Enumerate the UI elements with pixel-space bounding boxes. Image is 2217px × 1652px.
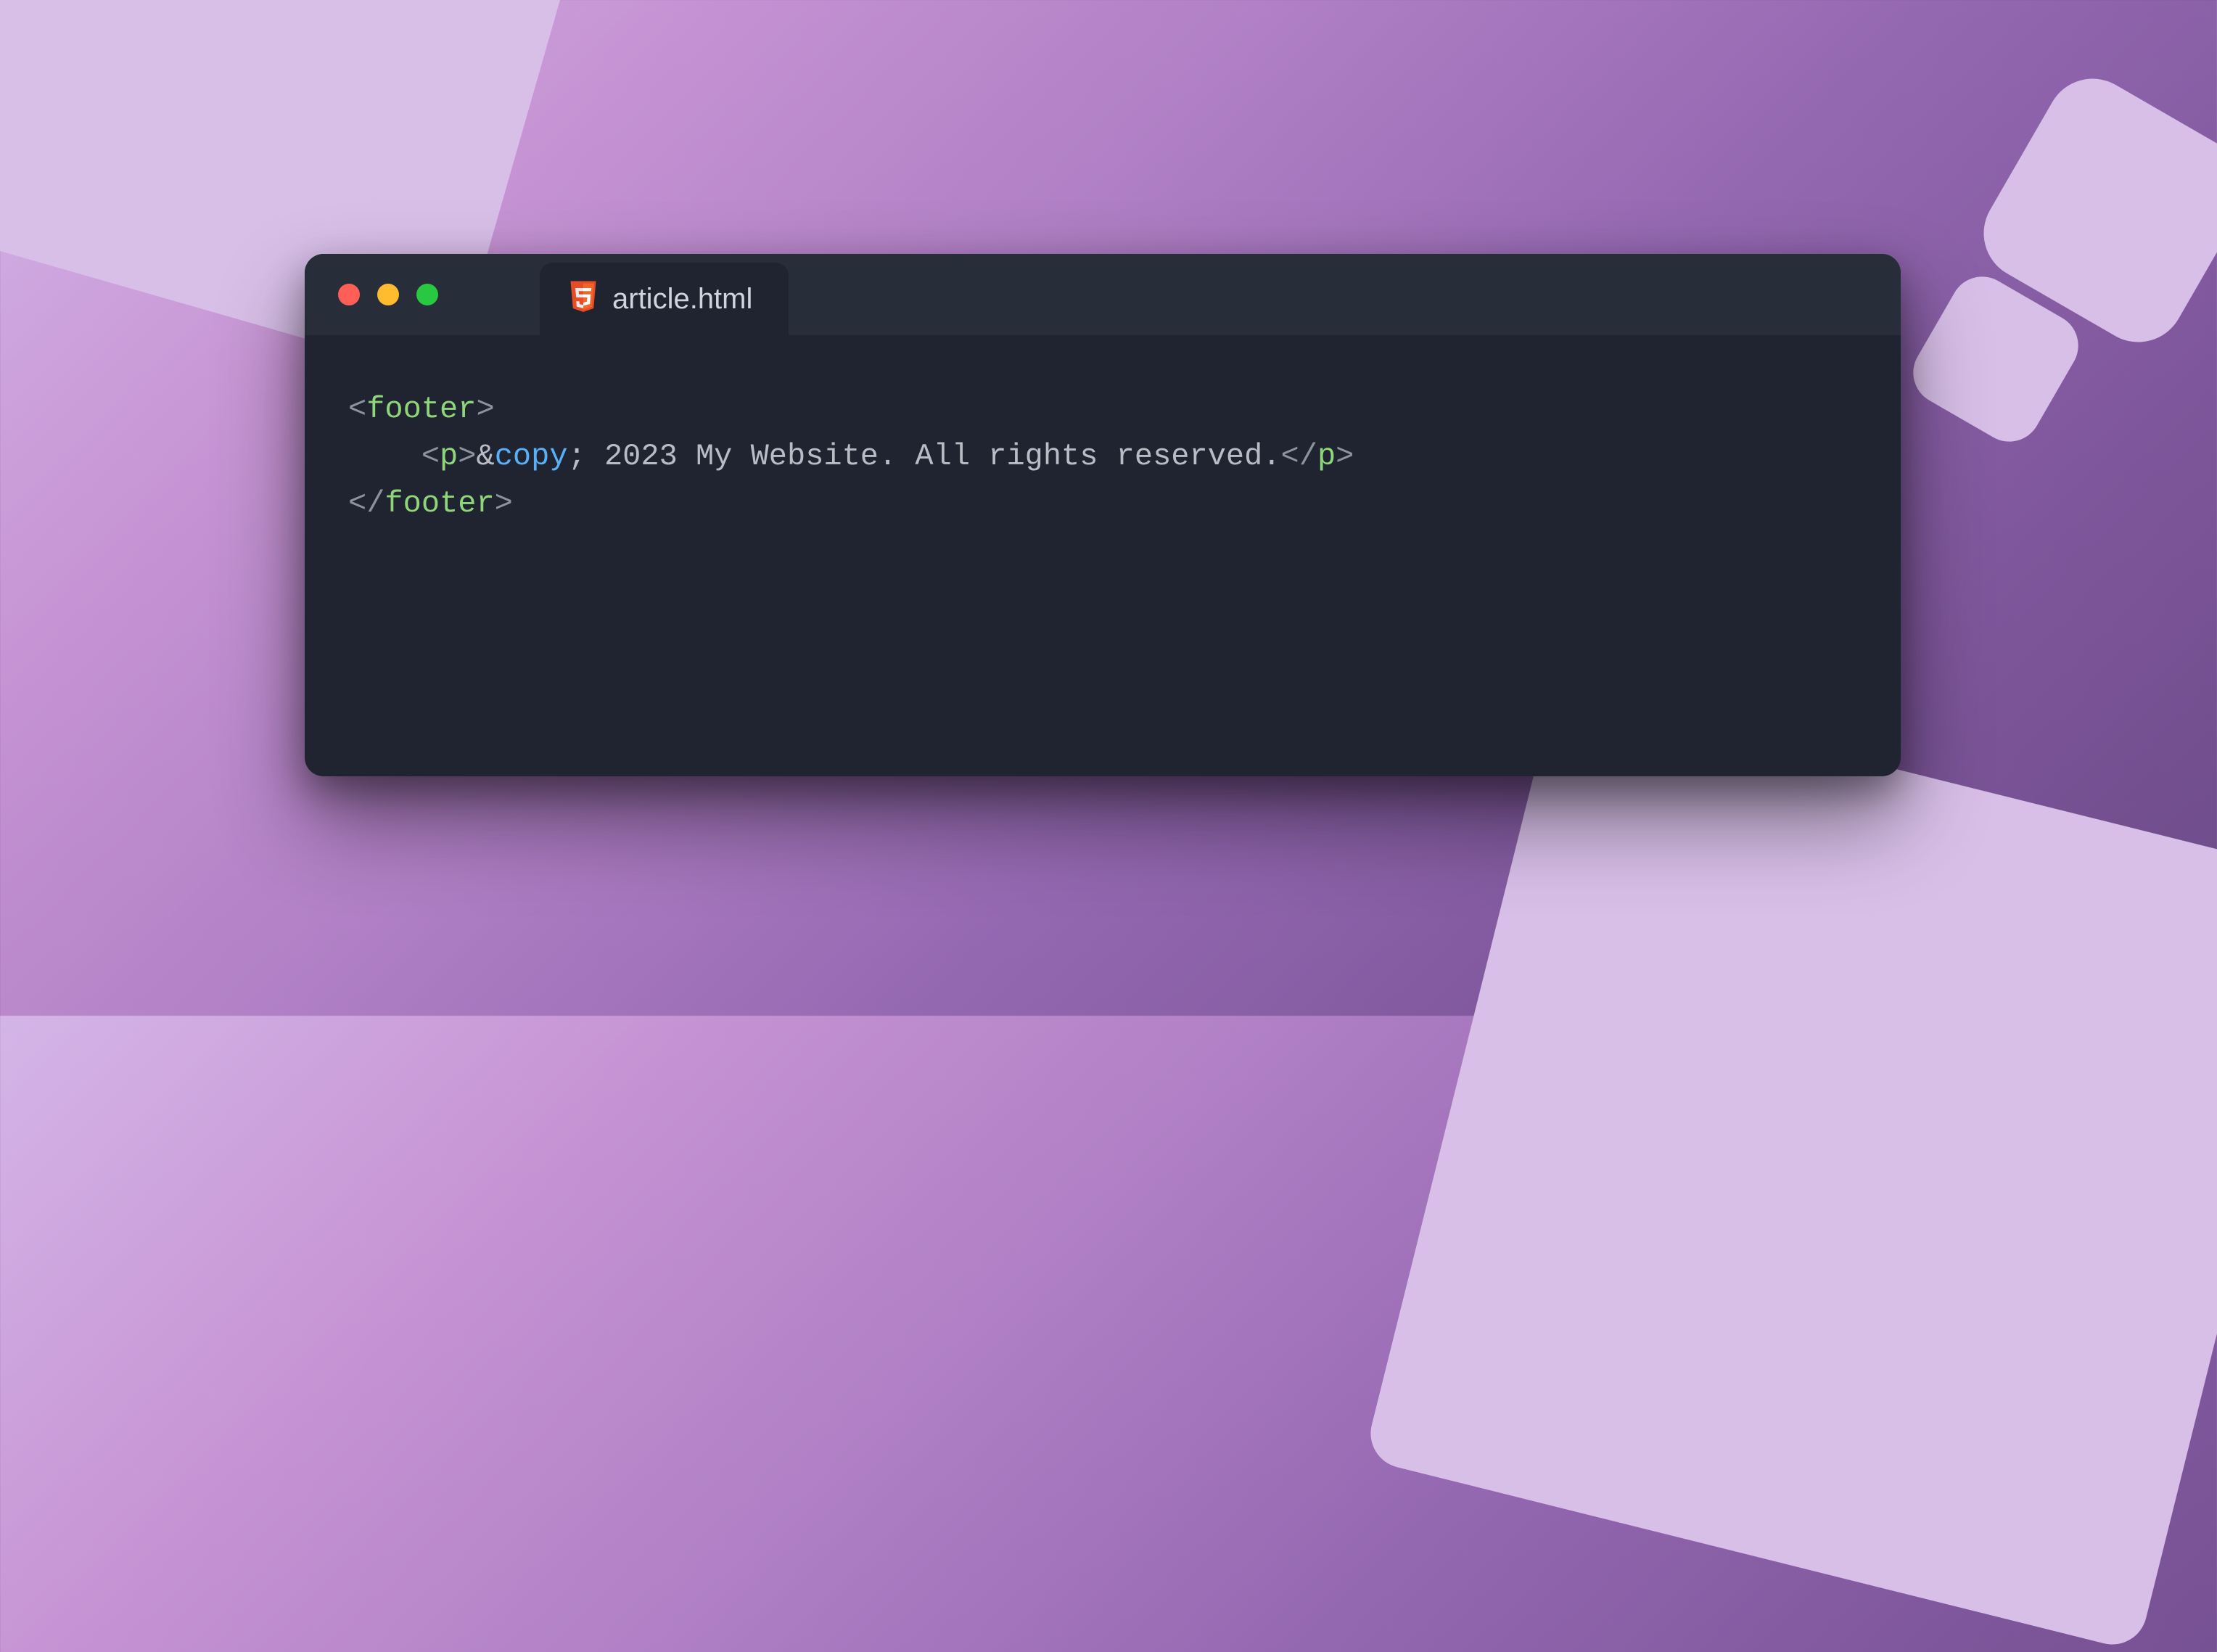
close-button[interactable] xyxy=(338,284,360,305)
decorative-card xyxy=(1363,684,2217,1651)
tab-filename: article.html xyxy=(612,283,752,316)
bracket: > xyxy=(1336,439,1354,474)
entity-semi: ; xyxy=(568,439,586,474)
code-editor[interactable]: <footer> <p>&copy; 2023 My Website. All … xyxy=(305,335,1901,578)
tag-name: footer xyxy=(366,392,476,427)
code-line: </footer> xyxy=(348,486,513,521)
window-controls xyxy=(305,254,467,335)
bracket: > xyxy=(476,392,494,427)
file-tab[interactable]: article.html xyxy=(540,263,789,335)
bracket: </ xyxy=(1281,439,1317,474)
editor-window: article.html <footer> <p>&copy; 2023 My … xyxy=(305,254,1901,776)
entity-name: copy xyxy=(495,439,568,474)
indent xyxy=(348,439,421,474)
code-text: 2023 My Website. All rights reserved. xyxy=(586,439,1281,474)
code-line: <footer> xyxy=(348,392,495,427)
tag-name: p xyxy=(440,439,458,474)
entity-amp: & xyxy=(476,439,494,474)
zoom-button[interactable] xyxy=(416,284,438,305)
bracket: < xyxy=(421,439,440,474)
html5-icon xyxy=(569,281,598,318)
bracket: </ xyxy=(348,486,384,521)
title-bar: article.html xyxy=(305,254,1901,335)
bracket: < xyxy=(348,392,366,427)
bracket: > xyxy=(495,486,513,521)
bracket: > xyxy=(458,439,476,474)
minimize-button[interactable] xyxy=(377,284,399,305)
code-line: <p>&copy; 2023 My Website. All rights re… xyxy=(348,439,1354,474)
tag-name: footer xyxy=(384,486,494,521)
tag-name: p xyxy=(1317,439,1336,474)
